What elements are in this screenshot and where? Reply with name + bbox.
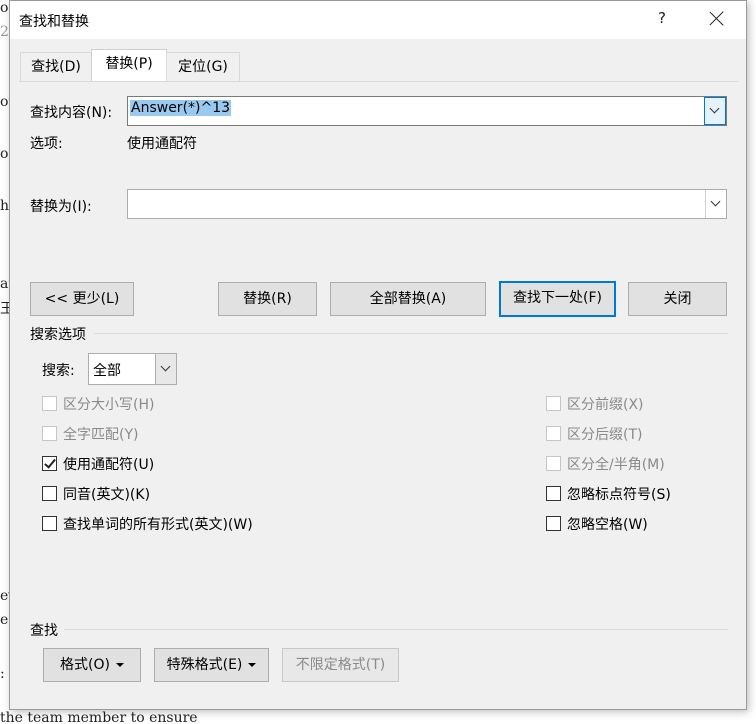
bg-text-fragment: o: [0, 146, 9, 162]
chevron-down-icon: [160, 361, 171, 372]
special-button[interactable]: 特殊格式(E): [154, 648, 269, 682]
replace-all-button[interactable]: 全部替换(A): [330, 282, 486, 316]
bg-text-fragment: o: [0, 0, 9, 16]
special-button-label: 特殊格式(E): [166, 657, 243, 673]
match-width-checkbox[interactable]: [546, 456, 561, 471]
chevron-down-icon: [709, 103, 720, 114]
replace-dropdown-button[interactable]: [705, 190, 726, 218]
use-wildcards-label: 使用通配符(U): [63, 457, 155, 473]
tab-goto[interactable]: 定位(G): [166, 52, 240, 81]
ignore-punctuation-checkbox[interactable]: [546, 486, 561, 501]
no-formatting-button[interactable]: 不限定格式(T): [282, 648, 399, 682]
search-direction-dropdown[interactable]: [155, 354, 176, 384]
match-suffix-label: 区分后缀(T): [567, 427, 643, 443]
sounds-like-label: 同音(英文)(K): [63, 487, 151, 503]
title-bar: 查找和替换 ?: [10, 1, 746, 39]
replace-button[interactable]: 替换(R): [218, 282, 317, 316]
tab-replace-label: 替换(P): [105, 56, 153, 72]
tab-panel: [19, 81, 738, 702]
ignore-whitespace-checkbox[interactable]: [546, 516, 561, 531]
dialog-title: 查找和替换: [19, 14, 89, 30]
search-direction-value: 全部: [93, 363, 121, 379]
chevron-down-icon: [710, 196, 721, 207]
search-direction-label: 搜索:: [42, 363, 75, 379]
match-width-label: 区分全/半角(M): [567, 457, 665, 473]
help-icon[interactable]: ?: [652, 9, 672, 31]
find-section-heading: 查找: [30, 623, 58, 639]
ignore-punctuation-label: 忽略标点符号(S): [567, 487, 671, 503]
find-replace-dialog: 查找和替换 ? 查找(D) 替换(P) 定位(G) 查找内容(N): Answe…: [9, 0, 747, 710]
close-icon[interactable]: [705, 7, 729, 31]
format-button[interactable]: 格式(O): [43, 648, 141, 682]
all-word-forms-checkbox[interactable]: [42, 516, 57, 531]
use-wildcards-checkbox[interactable]: [42, 456, 57, 471]
whole-word-checkbox[interactable]: [42, 426, 57, 441]
options-label: 选项:: [30, 136, 63, 152]
all-word-forms-label: 查找单词的所有形式(英文)(W): [63, 517, 253, 533]
close-button[interactable]: 关闭: [628, 282, 727, 316]
replace-with-combo[interactable]: [127, 189, 727, 219]
dropdown-caret-icon: [248, 663, 257, 667]
bg-bottom-line: the team member to ensure: [0, 710, 198, 724]
bg-text-fragment: 2: [0, 24, 9, 40]
match-case-checkbox[interactable]: [42, 396, 57, 411]
whole-word-label: 全字匹配(Y): [63, 427, 139, 443]
find-what-combo[interactable]: Answer(*)^13: [127, 96, 727, 126]
dropdown-caret-icon: [115, 663, 124, 667]
match-case-label: 区分大小写(H): [63, 397, 155, 413]
tab-replace[interactable]: 替换(P): [91, 49, 167, 81]
ignore-whitespace-label: 忽略空格(W): [567, 517, 648, 533]
options-value: 使用通配符: [127, 136, 197, 152]
match-prefix-checkbox[interactable]: [546, 396, 561, 411]
find-next-button[interactable]: 查找下一处(F): [499, 281, 616, 317]
less-button[interactable]: << 更少(L): [30, 282, 134, 316]
tab-goto-label: 定位(G): [178, 59, 228, 75]
match-suffix-checkbox[interactable]: [546, 426, 561, 441]
find-what-label: 查找内容(N):: [30, 105, 113, 121]
tab-find[interactable]: 查找(D): [20, 52, 92, 81]
match-prefix-label: 区分前缀(X): [567, 397, 644, 413]
tab-find-label: 查找(D): [31, 59, 81, 75]
divider: [94, 333, 728, 334]
search-options-heading: 搜索选项: [30, 327, 86, 343]
search-direction-select[interactable]: 全部: [88, 353, 177, 385]
find-what-input[interactable]: Answer(*)^13: [130, 100, 232, 116]
format-button-label: 格式(O): [60, 657, 110, 673]
sounds-like-checkbox[interactable]: [42, 486, 57, 501]
find-dropdown-button[interactable]: [704, 97, 726, 125]
bg-text-fragment: e: [0, 612, 9, 628]
replace-with-label: 替换为(I):: [30, 199, 92, 215]
divider: [64, 629, 728, 630]
